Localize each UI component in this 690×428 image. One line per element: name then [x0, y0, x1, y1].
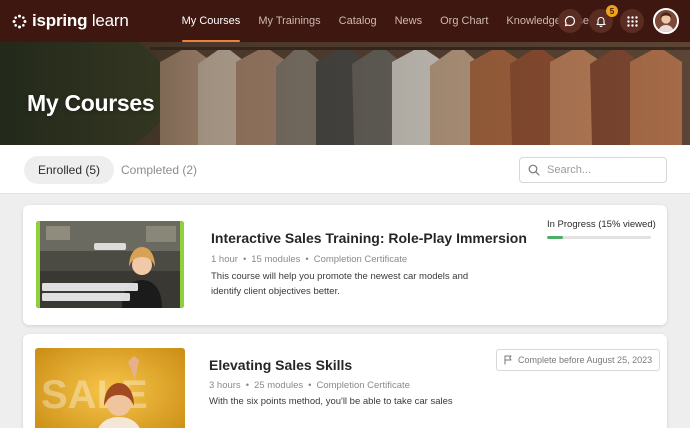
- bell-icon: [596, 17, 606, 27]
- course-filter-bar: Enrolled (5) Completed (2): [0, 145, 690, 194]
- hero-banner: My Courses: [0, 42, 690, 145]
- logo-text-light: learn: [91, 11, 129, 30]
- top-navigation-bar: ispring learn My Courses My Trainings Ca…: [0, 0, 690, 42]
- nav-my-courses[interactable]: My Courses: [173, 0, 250, 42]
- course-certificate: Completion Certificate: [313, 254, 408, 265]
- header-actions: 5: [551, 5, 679, 34]
- course-duration: 1 hour: [211, 254, 238, 265]
- tab-enrolled[interactable]: Enrolled (5): [24, 156, 115, 184]
- user-avatar[interactable]: [653, 8, 679, 34]
- logo-mark-icon: [12, 14, 27, 28]
- course-thumbnail[interactable]: SALE: [35, 348, 185, 428]
- grid-icon: [626, 15, 638, 27]
- course-description: This course will help you promote the ne…: [211, 271, 469, 297]
- course-title[interactable]: Elevating Sales Skills: [209, 357, 352, 373]
- course-duration: 3 hours: [209, 380, 241, 391]
- search-input[interactable]: [547, 164, 657, 176]
- flag-icon: [504, 355, 512, 365]
- search-icon: [528, 164, 540, 176]
- course-card[interactable]: SALE Elevating Sales Skills 3 hours • 25 m…: [23, 334, 667, 428]
- sale-thumbnail-image: SALE: [35, 348, 185, 428]
- chat-button[interactable]: [558, 9, 582, 33]
- course-modules: 25 modules: [254, 380, 304, 391]
- course-modules: 15 modules: [251, 254, 301, 265]
- apps-button[interactable]: [620, 9, 644, 33]
- nav-news[interactable]: News: [386, 0, 432, 42]
- course-card[interactable]: Interactive Sales Training: Role-Play Im…: [23, 205, 667, 325]
- role-play-thumbnail-image: [36, 221, 184, 308]
- deadline-text: Complete before August 25, 2023: [518, 355, 653, 365]
- ispring-learn-logo[interactable]: ispring learn: [12, 11, 129, 31]
- notifications-button[interactable]: 5: [589, 5, 618, 33]
- page-title: My Courses: [27, 90, 155, 116]
- nav-catalog[interactable]: Catalog: [330, 0, 386, 42]
- avatar-portrait-icon: [655, 10, 677, 32]
- course-meta: 3 hours • 25 modules • Completion Certificat…: [209, 380, 410, 391]
- course-meta: 1 hour • 15 modules • Completion Certificate: [211, 254, 408, 265]
- tab-completed[interactable]: Completed (2): [107, 156, 211, 184]
- course-status: In Progress (15% viewed): [547, 219, 656, 230]
- course-progress-bar: [547, 236, 651, 239]
- chat-icon: [564, 15, 576, 27]
- course-description: With the six points method, you'll be ab…: [209, 396, 453, 407]
- nav-my-trainings[interactable]: My Trainings: [249, 0, 329, 42]
- course-title[interactable]: Interactive Sales Training: Role-Play Im…: [211, 230, 527, 246]
- course-progress-fill: [547, 236, 563, 239]
- logo-text-bold: ispring: [32, 11, 88, 30]
- notification-count-badge: 5: [606, 5, 618, 17]
- nav-org-chart[interactable]: Org Chart: [431, 0, 497, 42]
- search-box[interactable]: [519, 157, 667, 183]
- main-nav: My Courses My Trainings Catalog News Org…: [173, 0, 598, 42]
- course-certificate: Completion Certificate: [316, 380, 410, 391]
- course-thumbnail[interactable]: [36, 221, 184, 308]
- deadline-badge: Complete before August 25, 2023: [496, 349, 661, 371]
